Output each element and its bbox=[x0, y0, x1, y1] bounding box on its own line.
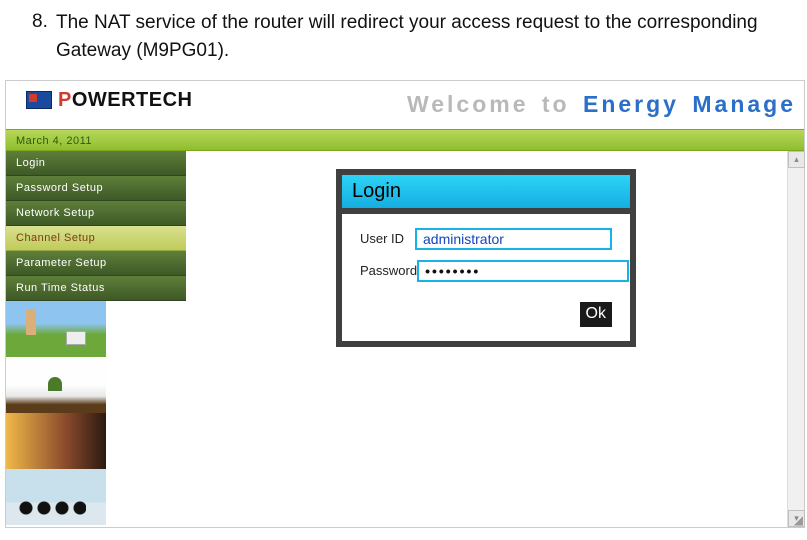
vertical-scrollbar[interactable]: ▴ ▾ bbox=[787, 151, 804, 527]
login-panel: Login User ID Password Ok bbox=[336, 169, 636, 347]
ok-button[interactable]: Ok bbox=[580, 302, 612, 327]
app-body: Login Password Setup Network Setup Chann… bbox=[6, 151, 804, 527]
logo-icon bbox=[26, 91, 52, 109]
brand-logo: POWERTECH bbox=[26, 89, 193, 112]
sidebar-item-run-time-status[interactable]: Run Time Status bbox=[6, 276, 186, 301]
thumbnail-image bbox=[6, 469, 106, 525]
content-area: Login User ID Password Ok ▴ bbox=[186, 151, 804, 527]
password-label: Password bbox=[360, 263, 417, 278]
welcome-title: Welcome to Energy Manage bbox=[407, 91, 796, 118]
list-number: 8. bbox=[32, 8, 56, 37]
date-bar: March 4, 2011 bbox=[6, 129, 804, 151]
user-id-input[interactable] bbox=[415, 228, 612, 250]
sidebar-item-channel-setup[interactable]: Channel Setup bbox=[6, 226, 186, 251]
user-id-label: User ID bbox=[360, 231, 415, 246]
login-body: User ID Password bbox=[342, 214, 630, 302]
thumbnail-image bbox=[6, 413, 106, 469]
app-header: POWERTECH Welcome to Energy Manage bbox=[6, 81, 804, 129]
sidebar-item-parameter-setup[interactable]: Parameter Setup bbox=[6, 251, 186, 276]
sidebar-item-password-setup[interactable]: Password Setup bbox=[6, 176, 186, 201]
user-id-row: User ID bbox=[360, 228, 612, 250]
password-row: Password bbox=[360, 260, 612, 282]
instruction-body: The NAT service of the router will redir… bbox=[56, 9, 775, 66]
thumbnail-image bbox=[6, 357, 106, 413]
login-title: Login bbox=[342, 175, 630, 214]
sidebar: Login Password Setup Network Setup Chann… bbox=[6, 151, 186, 527]
app-frame: POWERTECH Welcome to Energy Manage March… bbox=[5, 80, 805, 528]
scroll-up-icon[interactable]: ▴ bbox=[788, 151, 805, 168]
logo-text: POWERTECH bbox=[58, 89, 193, 112]
sidebar-thumbnails bbox=[6, 301, 186, 525]
thumbnail-image bbox=[6, 301, 106, 357]
password-input[interactable] bbox=[417, 260, 629, 282]
login-actions: Ok bbox=[342, 302, 630, 341]
sidebar-item-login[interactable]: Login bbox=[6, 151, 186, 176]
sidebar-item-network-setup[interactable]: Network Setup bbox=[6, 201, 186, 226]
instruction-text: 8. The NAT service of the router will re… bbox=[0, 0, 807, 80]
resize-grip-icon[interactable]: ◢ bbox=[789, 513, 803, 527]
